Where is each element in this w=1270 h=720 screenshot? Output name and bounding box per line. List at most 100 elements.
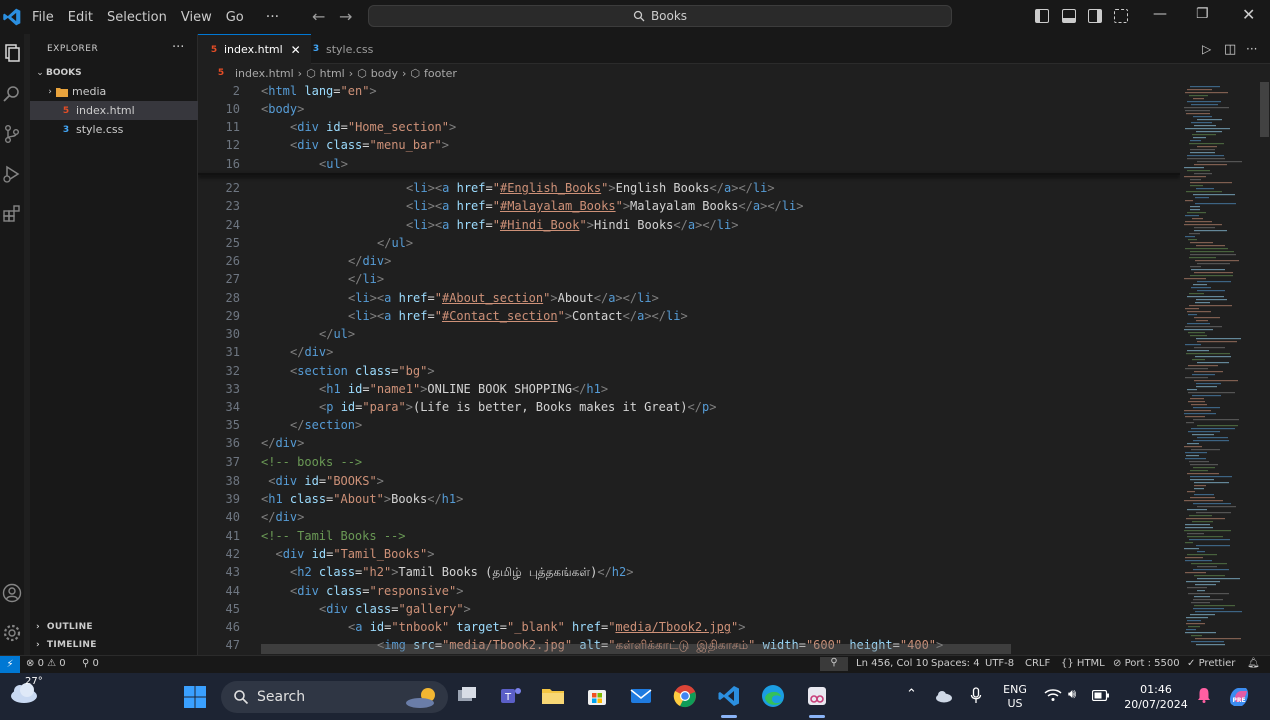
menu-edit[interactable]: Edit: [68, 10, 93, 25]
run-icon[interactable]: ▷: [1202, 42, 1211, 56]
notifications-bell-icon[interactable]: 🔔︎: [1247, 658, 1260, 669]
command-center-search[interactable]: Books: [368, 5, 952, 27]
problems-indicator[interactable]: ⊗ 0 ⚠ 0: [26, 658, 66, 669]
restore-icon[interactable]: ❐: [1196, 6, 1209, 22]
source-control-icon[interactable]: [1, 123, 23, 145]
copilot-icon[interactable]: PRE: [1226, 684, 1252, 710]
clock[interactable]: 01:46 20/07/2024: [1120, 682, 1192, 712]
code-line[interactable]: 16 <ul>: [198, 155, 1180, 173]
code-line[interactable]: 10 <body>: [198, 100, 1180, 118]
indentation[interactable]: Spaces: 4: [931, 658, 980, 669]
code-line[interactable]: 24 <li><a href="#Hindi_Book">Hindi Books<…: [198, 216, 1180, 234]
vscode-taskbar-icon[interactable]: [716, 683, 742, 709]
mail-icon[interactable]: [628, 683, 654, 709]
code-line[interactable]: 45 <div class="gallery">: [198, 600, 1180, 618]
code-line[interactable]: 36 </div>: [198, 434, 1180, 452]
search-sidebar-icon[interactable]: [1, 83, 23, 105]
microsoft-store-icon[interactable]: [584, 683, 610, 709]
code-line[interactable]: 33 <h1 id="name1">ONLINE BOOK SHOPPING</h…: [198, 380, 1180, 398]
code-line[interactable]: 40 </div>: [198, 508, 1180, 526]
run-debug-icon[interactable]: [1, 163, 23, 185]
code-line[interactable]: 37 <!-- books -->: [198, 453, 1180, 471]
code-line[interactable]: 35 </section>: [198, 416, 1180, 434]
extensions-icon[interactable]: [1, 203, 23, 225]
menu-view[interactable]: View: [181, 10, 212, 25]
accounts-icon[interactable]: [1, 582, 23, 604]
toggle-panel-icon[interactable]: [1062, 9, 1076, 23]
breadcrumb-item[interactable]: footer: [424, 67, 457, 80]
volume-icon[interactable]: 🔊︎: [1068, 687, 1076, 702]
code-line[interactable]: 23 <li><a href="#Malayalam_Books">Malayal…: [198, 197, 1180, 215]
code-line[interactable]: 2 <html lang="en">: [198, 82, 1180, 100]
live-server-port[interactable]: ⊘ Port : 5500: [1113, 658, 1180, 669]
vertical-scrollbar[interactable]: [1259, 82, 1270, 655]
code-editor[interactable]: 2 <html lang="en"> 10 <body> 11 <div id="Home…: [198, 82, 1180, 655]
outline-section[interactable]: › OUTLINE: [36, 622, 93, 632]
wifi-icon[interactable]: [1044, 688, 1062, 702]
code-line[interactable]: 38 <div id="BOOKS">: [198, 472, 1180, 490]
code-line[interactable]: 27 </li>: [198, 270, 1180, 288]
more-menus-icon[interactable]: ···: [266, 9, 279, 25]
menu-file[interactable]: File: [32, 10, 54, 25]
input-language-indicator[interactable]: ENG US: [1000, 683, 1030, 711]
code-line[interactable]: 32 <section class="bg">: [198, 362, 1180, 380]
code-line[interactable]: 22 <li><a href="#English_Books">English B…: [198, 179, 1180, 197]
zoom-icon[interactable]: ⚲: [820, 657, 848, 671]
cursor-position[interactable]: Ln 456, Col 10: [856, 658, 928, 669]
tab-index-html[interactable]: 5 index.html ✕: [198, 34, 311, 64]
horizontal-scrollbar[interactable]: [261, 644, 1011, 654]
code-line[interactable]: 41 <!-- Tamil Books -->: [198, 527, 1180, 545]
language-mode[interactable]: {} HTML: [1061, 658, 1105, 669]
menu-selection[interactable]: Selection: [107, 10, 167, 25]
code-line[interactable]: 30 </ul>: [198, 325, 1180, 343]
toggle-primary-sidebar-icon[interactable]: [1035, 9, 1049, 23]
teams-icon[interactable]: T: [498, 683, 524, 709]
toggle-secondary-sidebar-icon[interactable]: [1088, 9, 1102, 23]
minimize-icon[interactable]: —: [1153, 6, 1167, 22]
ports-indicator[interactable]: ⚲ 0: [82, 658, 99, 669]
timeline-section[interactable]: › TIMELINE: [36, 640, 97, 650]
code-line[interactable]: 44 <div class="responsive">: [198, 582, 1180, 600]
code-line[interactable]: 39 <h1 class="About">Books</h1>: [198, 490, 1180, 508]
file-explorer-icon[interactable]: [540, 683, 566, 709]
code-line[interactable]: 43 <h2 class="h2">Tamil Books (தமிழ் புத்…: [198, 563, 1180, 581]
code-line[interactable]: 29 <li><a href="#Contact_section">Contact…: [198, 307, 1180, 325]
close-window-icon[interactable]: ✕: [1242, 5, 1255, 24]
encoding[interactable]: UTF-8: [985, 658, 1014, 669]
snipping-tool-icon[interactable]: [804, 683, 830, 709]
explorer-more-icon[interactable]: ···: [172, 40, 184, 55]
breadcrumb-item[interactable]: body: [371, 67, 398, 80]
code-line[interactable]: 42 <div id="Tamil_Books">: [198, 545, 1180, 563]
remote-indicator-icon[interactable]: ⚡: [0, 655, 20, 674]
onedrive-cloud-icon[interactable]: [934, 689, 954, 703]
chrome-icon[interactable]: [672, 683, 698, 709]
tree-item-style-css[interactable]: 3 style.css: [30, 120, 198, 139]
code-line[interactable]: 46 <a id="tnbook" target="_blank" href="m…: [198, 618, 1180, 636]
prettier-status[interactable]: ✓ Prettier: [1187, 658, 1235, 669]
folder-root-books[interactable]: ⌄ BOOKS: [30, 63, 198, 82]
code-line[interactable]: 34 <p id="para">(Life is better, Books ma…: [198, 398, 1180, 416]
windows-start-icon[interactable]: [183, 685, 207, 709]
microphone-icon[interactable]: [970, 687, 982, 705]
customize-layout-icon[interactable]: [1114, 9, 1128, 23]
code-line[interactable]: 28 <li><a href="#About_section">About</a>…: [198, 289, 1180, 307]
code-line[interactable]: 26 </div>: [198, 252, 1180, 270]
code-line[interactable]: 11 <div id="Home_section">: [198, 118, 1180, 136]
weather-widget[interactable]: 27°: [8, 676, 43, 712]
show-hidden-icons-chevron-up-icon[interactable]: ⌃: [906, 687, 917, 702]
battery-icon[interactable]: [1092, 690, 1110, 701]
taskbar-search-box[interactable]: Search: [221, 681, 448, 713]
explorer-icon[interactable]: [1, 42, 23, 64]
code-line[interactable]: 25 </ul>: [198, 234, 1180, 252]
forward-arrow-icon[interactable]: →: [339, 7, 352, 26]
minimap[interactable]: [1180, 82, 1258, 655]
scrollbar-thumb[interactable]: [1260, 82, 1269, 137]
code-line[interactable]: 31 </div>: [198, 343, 1180, 361]
breadcrumb-item[interactable]: html: [320, 67, 345, 80]
tab-style-css[interactable]: 3 style.css: [300, 34, 383, 64]
line-ending[interactable]: CRLF: [1025, 658, 1050, 669]
split-editor-icon[interactable]: ◫: [1224, 42, 1236, 57]
tree-item-media[interactable]: › media: [30, 82, 198, 101]
breadcrumb-item[interactable]: index.html: [235, 67, 294, 80]
task-view-icon[interactable]: [454, 683, 480, 709]
